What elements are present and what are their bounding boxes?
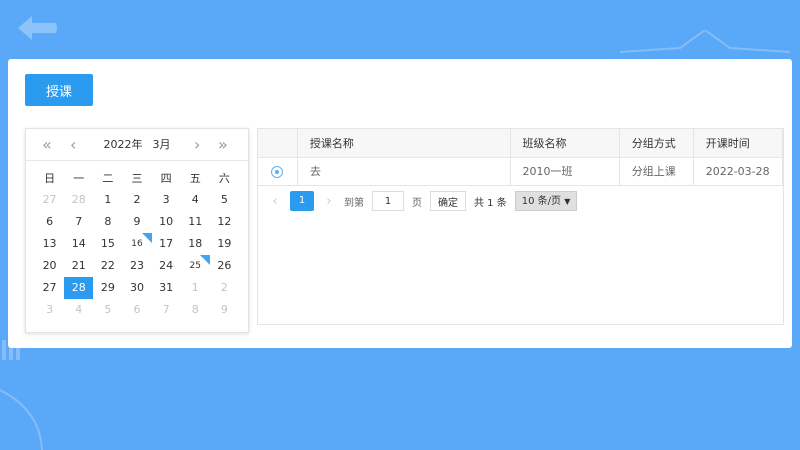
calendar-header: « ‹ 2022年 3月 › » xyxy=(26,129,248,161)
chart-decoration xyxy=(0,340,43,450)
calendar-day[interactable]: 8 xyxy=(181,299,210,321)
course-name-cell: 去 xyxy=(297,157,511,186)
column-header[interactable]: 授课名称 xyxy=(297,129,511,158)
goto-label: 到第 xyxy=(344,197,364,209)
date-calendar: « ‹ 2022年 3月 › » 日 一 二 三 四 五 六 27 28 1 2 … xyxy=(25,128,249,333)
calendar-day[interactable]: 8 xyxy=(93,211,122,233)
total-count: 共 1 条 xyxy=(474,197,507,209)
calendar-day[interactable]: 26 xyxy=(210,255,239,277)
column-header[interactable]: 分组方式 xyxy=(619,129,694,158)
next-year-icon[interactable]: » xyxy=(218,129,228,161)
teach-button[interactable]: 授课 xyxy=(25,74,93,106)
calendar-week: 3 4 5 6 7 8 9 xyxy=(26,299,248,321)
calendar-title: 2022年 3月 xyxy=(26,129,248,161)
back-arrow-icon[interactable] xyxy=(14,12,60,44)
weekday-label: 日 xyxy=(44,172,56,185)
select-column-header xyxy=(258,129,298,158)
confirm-button[interactable]: 确定 xyxy=(430,191,466,211)
weekday-label: 五 xyxy=(189,172,201,185)
calendar-day[interactable]: 24 xyxy=(152,255,181,277)
calendar-weekdays: 日 一 二 三 四 五 六 xyxy=(26,167,248,189)
pagination: ‹ 1 › 到第 页 确定 共 1 条 10 条/页 ▼ xyxy=(268,191,585,211)
calendar-day[interactable]: 6 xyxy=(35,211,64,233)
calendar-day[interactable]: 28 xyxy=(64,189,93,211)
calendar-day[interactable]: 9 xyxy=(122,211,151,233)
next-month-icon[interactable]: › xyxy=(194,129,200,161)
calendar-week: 20 21 22 23 24 25 26 xyxy=(26,255,248,277)
calendar-day[interactable]: 20 xyxy=(35,255,64,277)
calendar-day[interactable]: 10 xyxy=(152,211,181,233)
calendar-day[interactable]: 23 xyxy=(122,255,151,277)
calendar-day[interactable]: 7 xyxy=(64,211,93,233)
page-number-current[interactable]: 1 xyxy=(290,191,314,211)
table-row[interactable]: 去 2010一班 分组上课 2022-03-28 xyxy=(258,157,783,186)
calendar-month[interactable]: 3月 xyxy=(153,138,171,151)
start-time-cell: 2022-03-28 xyxy=(693,157,783,186)
calendar-week: 27 28 29 30 31 1 2 xyxy=(26,277,248,299)
calendar-day[interactable]: 3 xyxy=(35,299,64,321)
calendar-day[interactable]: 5 xyxy=(93,299,122,321)
calendar-week: 13 14 15 16 17 18 19 xyxy=(26,233,248,255)
page-jump-input[interactable] xyxy=(372,191,404,211)
calendar-day[interactable]: 15 xyxy=(93,233,122,255)
calendar-day[interactable]: 17 xyxy=(152,233,181,255)
calendar-day[interactable]: 14 xyxy=(64,233,93,255)
calendar-week: 27 28 1 2 3 4 5 xyxy=(26,189,248,211)
calendar-week: 6 7 8 9 10 11 12 xyxy=(26,211,248,233)
calendar-day-marked[interactable]: 25 xyxy=(181,255,210,277)
calendar-day[interactable]: 13 xyxy=(35,233,64,255)
weekday-label: 六 xyxy=(218,172,230,185)
course-table: 授课名称 班级名称 分组方式 开课时间 去 2010一班 分组上课 2022-0… xyxy=(257,128,784,325)
calendar-day[interactable]: 6 xyxy=(122,299,151,321)
weekday-label: 二 xyxy=(102,172,114,185)
main-panel: 授课 « ‹ 2022年 3月 › » 日 一 二 三 四 五 六 27 28 1… xyxy=(8,59,792,348)
row-radio[interactable] xyxy=(271,165,284,178)
calendar-day[interactable]: 27 xyxy=(35,189,64,211)
calendar-day[interactable]: 12 xyxy=(210,211,239,233)
calendar-day[interactable]: 21 xyxy=(64,255,93,277)
calendar-day-selected[interactable]: 28 xyxy=(64,277,94,299)
calendar-day[interactable]: 3 xyxy=(152,189,181,211)
column-header[interactable]: 班级名称 xyxy=(510,129,620,158)
calendar-day-marked[interactable]: 16 xyxy=(122,233,152,255)
calendar-day[interactable]: 2 xyxy=(210,277,239,299)
calendar-day[interactable]: 1 xyxy=(181,277,210,299)
calendar-day[interactable]: 22 xyxy=(93,255,122,277)
calendar-day[interactable]: 5 xyxy=(210,189,239,211)
class-name-cell: 2010一班 xyxy=(510,157,620,186)
calendar-day[interactable]: 18 xyxy=(181,233,210,255)
next-page-icon[interactable]: › xyxy=(322,194,336,209)
calendar-year[interactable]: 2022年 xyxy=(104,138,143,151)
row-select-cell xyxy=(258,157,298,186)
weekday-label: 四 xyxy=(160,172,172,185)
page-unit-label: 页 xyxy=(412,197,422,209)
calendar-day[interactable]: 31 xyxy=(152,277,181,299)
table-header-row: 授课名称 班级名称 分组方式 开课时间 xyxy=(258,129,783,158)
weekday-label: 三 xyxy=(131,172,143,185)
calendar-day[interactable]: 9 xyxy=(210,299,239,321)
calendar-day[interactable]: 27 xyxy=(35,277,64,299)
calendar-day[interactable]: 4 xyxy=(64,299,93,321)
calendar-day[interactable]: 1 xyxy=(93,189,122,211)
weekday-label: 一 xyxy=(73,172,85,185)
calendar-day[interactable]: 29 xyxy=(93,277,122,299)
column-header[interactable]: 开课时间 xyxy=(693,129,783,158)
group-mode-cell: 分组上课 xyxy=(619,157,694,186)
dropdown-caret-icon: ▼ xyxy=(564,197,571,206)
prev-page-icon[interactable]: ‹ xyxy=(268,194,282,209)
page-size-value: 10 条/页 xyxy=(521,196,562,207)
calendar-day[interactable]: 19 xyxy=(210,233,239,255)
calendar-day[interactable]: 4 xyxy=(181,189,210,211)
calendar-day[interactable]: 2 xyxy=(122,189,151,211)
calendar-day[interactable]: 30 xyxy=(122,277,151,299)
page-size-select[interactable]: 10 条/页 ▼ xyxy=(514,191,578,211)
calendar-day[interactable]: 7 xyxy=(152,299,181,321)
calendar-day[interactable]: 11 xyxy=(181,211,210,233)
